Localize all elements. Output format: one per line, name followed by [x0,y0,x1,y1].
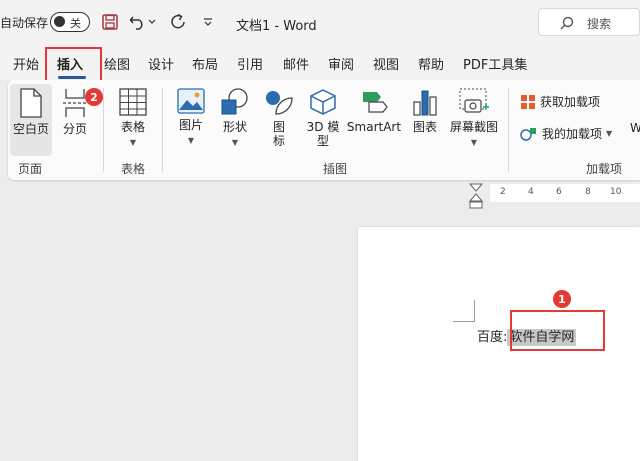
shapes-icon [221,88,248,115]
tab-help[interactable]: 帮助 [418,54,444,73]
selection-highlight-box [510,310,605,351]
blank-page-button[interactable]: 空白页 [10,84,52,156]
tab-references[interactable]: 引用 [237,54,263,73]
screenshot-icon [459,88,489,113]
3d-models-label-line2: 型 [316,134,329,148]
group-illustrations-label: 插图 [323,162,348,176]
store-icon [521,94,535,109]
group-pages-label: 页面 [18,162,43,176]
group-separator [162,88,163,172]
table-label: 表格 [120,120,145,134]
chart-icon [413,90,437,116]
page-break-icon [63,89,87,117]
shapes-button[interactable]: 形状 ▼ [216,84,254,156]
group-tables-label: 表格 [121,162,146,176]
get-addins-label: 获取加载项 [540,95,601,109]
3d-models-button[interactable]: 3D 模 型 [302,84,344,156]
tab-draw[interactable]: 绘图 [104,54,130,73]
group-addins-label: 加载项 [586,162,623,176]
search-placeholder: 搜索 [587,17,612,31]
blank-page-icon [20,88,42,118]
smartart-label: SmartArt [346,120,402,134]
ruler-indent-marker[interactable] [468,182,484,212]
toggle-knob [54,16,65,27]
ruler-tick: 6 [556,187,562,197]
wikipedia-addin-button[interactable]: W [630,121,640,135]
chart-label: 图表 [412,120,437,134]
page-break-label: 分页 [62,122,87,136]
step-badge-2: 2 [85,88,103,106]
picture-icon [177,88,205,114]
ruler-tick: 4 [528,187,534,197]
addins-icon [520,127,536,141]
redo-icon[interactable] [168,12,188,32]
toggle-state: 关 [70,17,81,30]
my-addins-label: 我的加载项 [542,127,603,141]
get-addins-button[interactable]: 获取加载项 [520,93,600,110]
tab-mailings[interactable]: 邮件 [283,54,309,73]
smartart-button[interactable]: SmartArt [346,84,402,156]
search-input[interactable]: 搜索 [538,8,640,36]
screenshot-dropdown-icon: ▼ [470,138,478,147]
table-button[interactable]: 表格 ▼ [112,84,154,156]
shapes-dropdown-icon: ▼ [231,138,239,147]
text-prefix: 百度: [477,330,508,345]
save-icon[interactable] [100,12,120,32]
undo-icon[interactable] [128,12,148,32]
cube-icon [310,89,336,115]
tab-home[interactable]: 开始 [13,54,39,73]
group-separator [103,88,104,172]
tab-design[interactable]: 设计 [148,54,174,73]
my-addins-dropdown-icon: ▼ [606,129,613,138]
icons-icon [266,91,293,115]
search-icon [560,16,574,30]
pictures-dropdown-icon: ▼ [187,136,195,145]
table-icon [119,88,147,116]
tab-layout[interactable]: 布局 [192,54,218,73]
tab-view[interactable]: 视图 [373,54,399,73]
ruler-tick: 10 [610,187,622,197]
smartart-icon [363,92,388,113]
margin-corner-mark [453,300,475,322]
step-badge-1: 1 [553,290,571,308]
icons-label-line1: 图 [272,120,285,134]
group-separator [508,88,509,172]
blank-page-label: 空白页 [12,122,49,136]
table-dropdown-icon: ▼ [129,138,137,147]
screenshot-button[interactable]: 屏幕截图 ▼ [448,84,500,156]
shapes-label: 形状 [222,120,247,134]
screenshot-label: 屏幕截图 [449,120,498,134]
tab-pdf-tools[interactable]: PDF工具集 [463,54,527,73]
undo-dropdown-icon[interactable] [146,12,158,32]
tab-review[interactable]: 审阅 [328,54,354,73]
autosave-label: 自动保存 [0,16,49,30]
horizontal-ruler[interactable]: 2 4 6 8 10 [490,184,640,202]
autosave-toggle[interactable]: 关 [50,12,90,32]
icons-label-line2: 标 [272,134,285,148]
ruler-tick: 8 [585,187,591,197]
document-title: 文档1 - Word [236,19,317,34]
3d-models-label-line1: 3D 模 [306,120,340,134]
title-bar: 自动保存 关 文档1 - Word 搜索 [0,0,640,44]
customize-toolbar-icon[interactable] [198,12,218,32]
icons-button[interactable]: 图 标 [262,84,296,156]
pictures-label: 图片 [178,118,203,132]
my-addins-button[interactable]: 我的加载项 ▼ [520,125,612,142]
pictures-button[interactable]: 图片 ▼ [172,84,210,156]
ruler-tick: 2 [500,187,506,197]
chart-button[interactable]: 图表 [408,84,442,156]
insert-tab-highlight [45,47,102,83]
